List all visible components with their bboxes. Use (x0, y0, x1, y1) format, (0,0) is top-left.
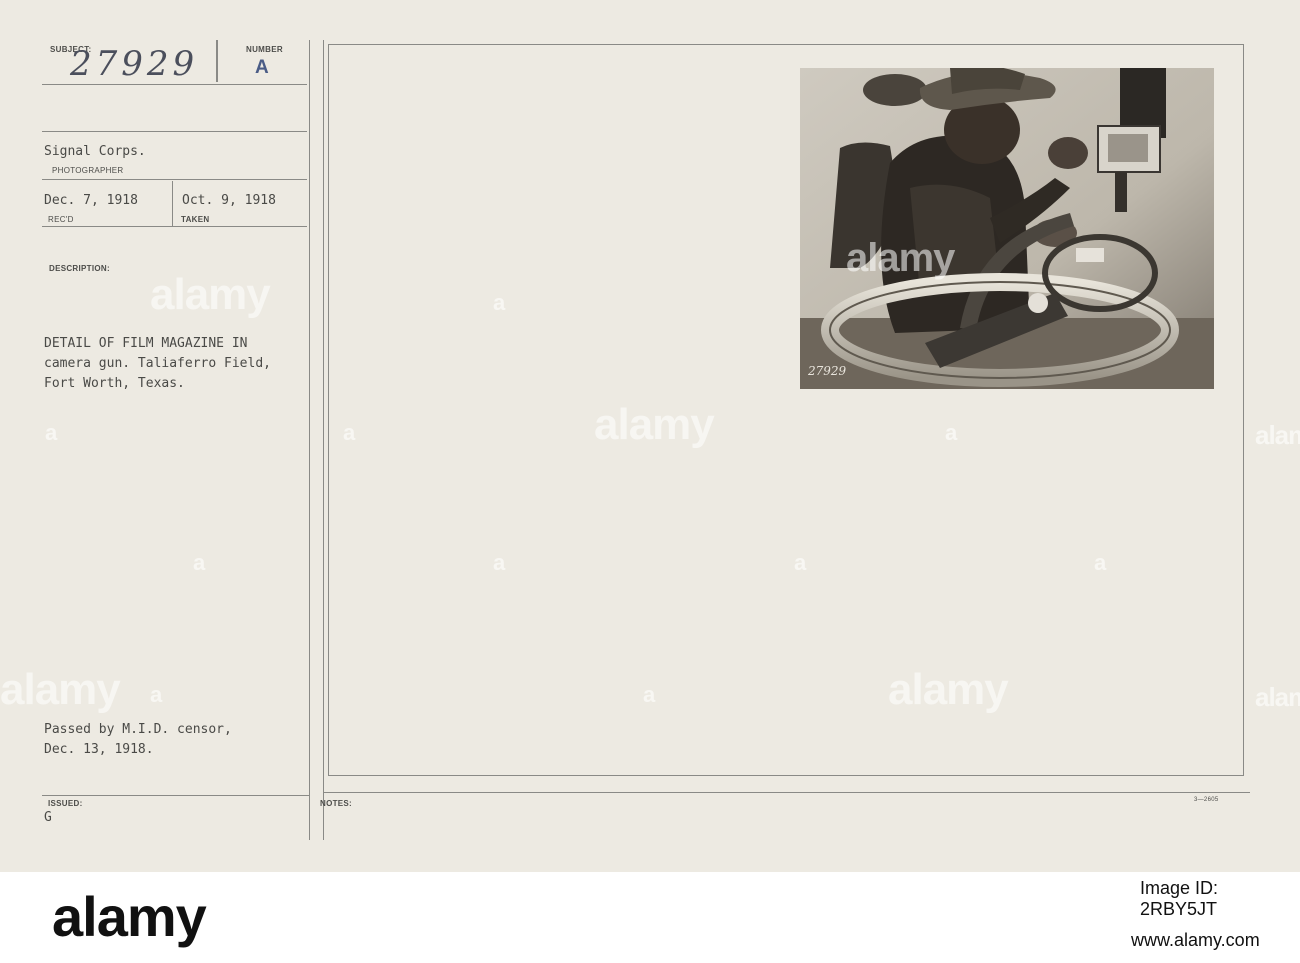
watermark-dot: a (794, 550, 807, 575)
divider-subject-number (216, 40, 218, 82)
rule-under-subject (42, 84, 307, 85)
watermark-dot: a (643, 682, 656, 707)
watermark-center: alamy (594, 400, 715, 449)
notes-label: NOTES: (320, 799, 353, 808)
photo-watermark: alamy (846, 236, 955, 280)
alamy-logo: alamy (52, 885, 207, 948)
issued-value: G (44, 810, 52, 825)
record-card: SUBJECT: 27929 NUMBER A Signal Corps. PH… (0, 0, 1300, 872)
watermark-left-lower: alamy (0, 665, 121, 714)
watermark-dot: a (45, 420, 58, 445)
watermark-left-upper: alamy (150, 270, 271, 319)
photographer-value: Signal Corps. (44, 144, 146, 159)
watermark-dot: a (1094, 550, 1107, 575)
watermark-dot: a (945, 420, 958, 445)
rule-under-photographer (42, 179, 307, 180)
issued-label: ISSUED: (48, 799, 83, 808)
image-id: Image ID: 2RBY5JT (1140, 878, 1219, 919)
description-line-3: Fort Worth, Texas. (44, 376, 185, 391)
rule-under-dates (42, 226, 307, 227)
taken-label: TAKEN (181, 215, 210, 224)
rule-above-notes (323, 792, 1250, 793)
rule-above-issued (42, 795, 309, 796)
description-line-2: camera gun. Taliaferro Field, (44, 356, 271, 371)
description-label: DESCRIPTION: (49, 264, 110, 273)
watermark-dot: a (493, 550, 506, 575)
subject-number: 27929 (70, 44, 199, 84)
watermark-dot: a (343, 420, 356, 445)
watermark-small-1: alamy (1255, 420, 1300, 450)
watermark-dot: a (193, 550, 206, 575)
soldier-camera-gun-image (800, 68, 1214, 389)
censor-line-2: Dec. 13, 1918. (44, 742, 154, 757)
watermark-dot: a (493, 290, 506, 315)
received-date: Dec. 7, 1918 (44, 193, 138, 208)
watermark-right-lower: alamy (888, 665, 1009, 714)
divider-dates (172, 181, 173, 227)
watermark-dot: a (150, 682, 163, 707)
notes-divider (323, 40, 324, 840)
left-column-divider (309, 40, 310, 840)
received-label: REC'D (48, 215, 74, 224)
photographer-label: PHOTOGRAPHER (52, 166, 124, 175)
site-url[interactable]: www.alamy.com (1131, 930, 1260, 951)
censor-line-1: Passed by M.I.D. censor, (44, 722, 232, 737)
photo-stamp: 27929 (808, 364, 847, 378)
number-value: A (255, 57, 269, 78)
mounted-photograph: alamy 27929 (800, 68, 1214, 389)
taken-date: Oct. 9, 1918 (182, 193, 276, 208)
description-line-1: DETAIL OF FILM MAGAZINE IN (44, 336, 248, 351)
watermark-small-2: alamy (1255, 682, 1300, 712)
form-code: 3—2605 (1194, 797, 1219, 803)
number-label: NUMBER (246, 45, 283, 54)
rule-above-photographer (42, 131, 307, 132)
